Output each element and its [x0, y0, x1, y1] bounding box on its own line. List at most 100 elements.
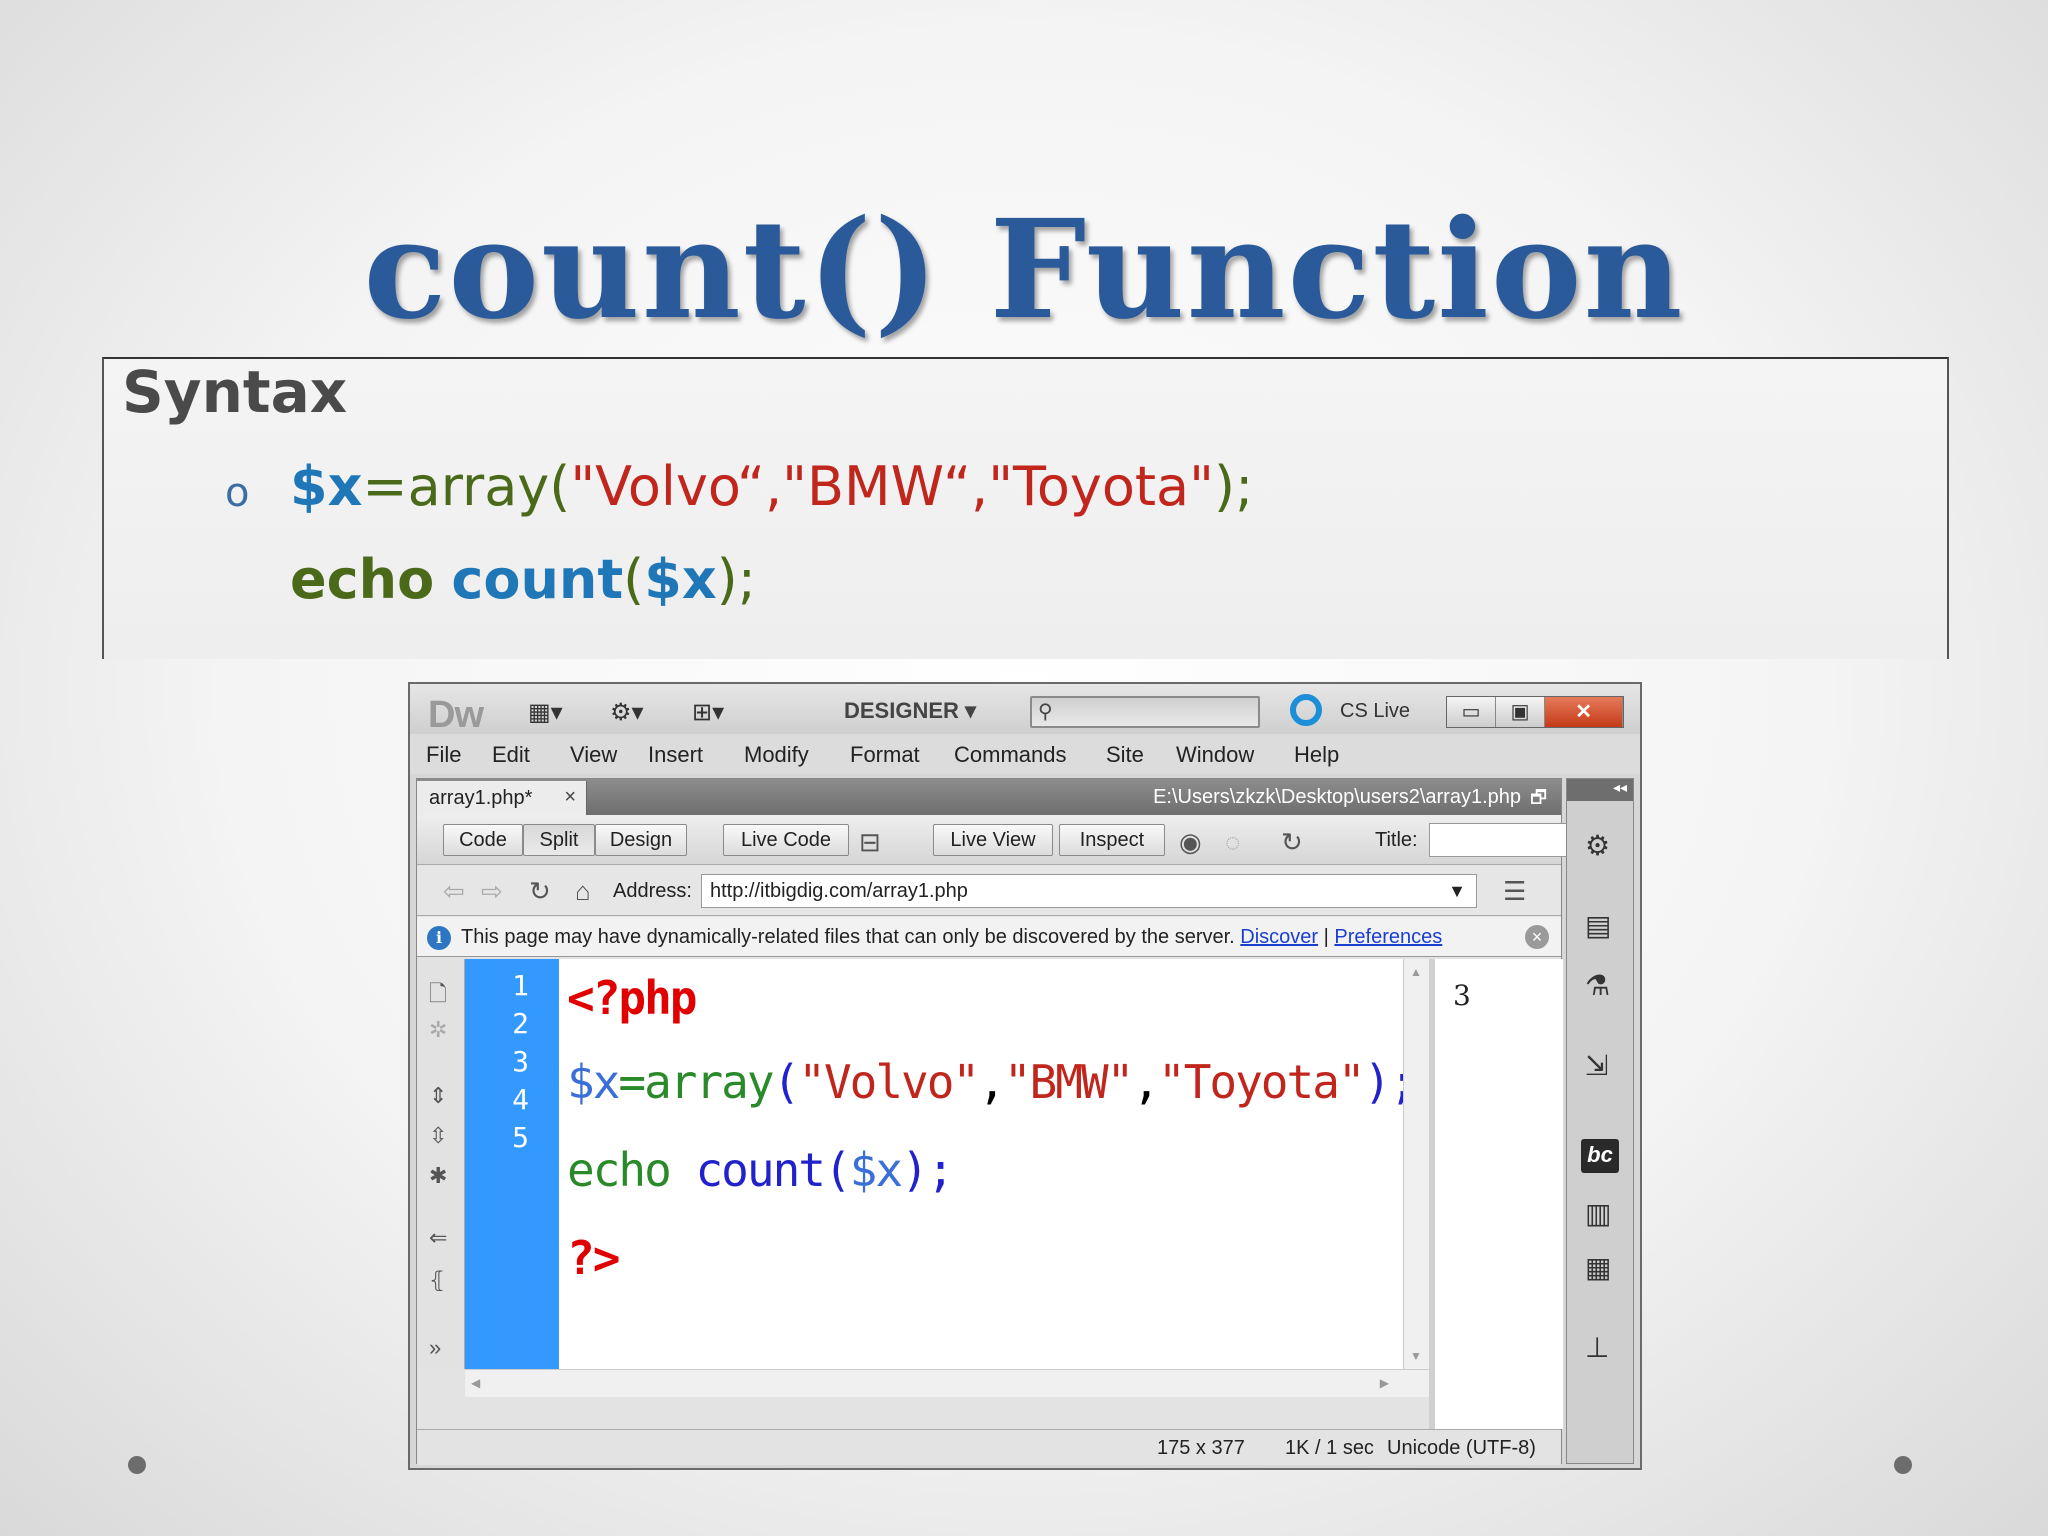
back-icon[interactable]: ⇦ — [443, 876, 465, 907]
menu-commands[interactable]: Commands — [954, 742, 1066, 768]
title-input[interactable] — [1429, 823, 1569, 857]
dismiss-icon[interactable]: × — [1525, 925, 1549, 949]
css-styles-icon[interactable]: ⚙ — [1585, 829, 1610, 862]
address-input[interactable]: http://itbigdig.com/array1.php ▼ — [701, 874, 1477, 908]
slide-dot-right — [1894, 1456, 1912, 1474]
gear-icon[interactable]: ⚙▾ — [610, 698, 644, 727]
balance-braces-icon[interactable]: ✱ — [429, 1163, 447, 1189]
section-heading: Syntax — [122, 358, 348, 426]
select-parent-icon[interactable]: ⇳ — [429, 1123, 447, 1149]
collapse-icon[interactable]: ✲ — [429, 1017, 447, 1043]
download-size: 1K / 1 sec — [1285, 1437, 1374, 1459]
menu-edit[interactable]: Edit — [492, 742, 530, 768]
open-documents-icon[interactable]: 🗋 — [429, 977, 447, 1015]
more-tools-icon[interactable]: » — [429, 1335, 441, 1361]
insert-icon[interactable]: ▤ — [1585, 909, 1611, 942]
search-input[interactable]: ⚲ — [1030, 696, 1260, 728]
highlight-invalid-icon[interactable]: ⇐ — [429, 1225, 447, 1251]
reload-icon[interactable]: ↻ — [529, 876, 551, 907]
minimize-icon[interactable]: ▭ — [1447, 697, 1497, 727]
application-bar: Dw ▦▾ ⚙▾ ⊞▾ DESIGNER ▾ ⚲ CS Live ▭ ▣ ✕ — [410, 684, 1640, 736]
dw-logo: Dw — [428, 694, 484, 736]
menu-help[interactable]: Help — [1294, 742, 1339, 768]
inspect-button[interactable]: Inspect — [1059, 824, 1165, 856]
line-number: 2 — [512, 1007, 529, 1040]
site-icon[interactable]: ⊞▾ — [692, 698, 724, 727]
forward-icon[interactable]: ⇨ — [481, 876, 503, 907]
code-token: , — [978, 1055, 1006, 1109]
window-size[interactable]: 175 x 377 — [1157, 1437, 1245, 1460]
cs-live-label[interactable]: CS Live — [1340, 700, 1410, 723]
code-view-button[interactable]: Code — [443, 824, 523, 856]
info-separator: | — [1323, 926, 1329, 948]
document-area: array1.php* × E:\Users\zkzk\Desktop\users… — [416, 778, 1569, 1465]
cs-live-icon[interactable] — [1290, 694, 1322, 726]
design-view-button[interactable]: Design — [595, 824, 687, 856]
visual-aids-icon[interactable]: ◌ — [1225, 827, 1240, 858]
chevron-down-icon[interactable]: ▼ — [1448, 881, 1466, 902]
apply-comment-icon[interactable]: ⦃ — [429, 1267, 445, 1293]
code-echo: echo — [290, 548, 435, 611]
code-var: $x — [290, 455, 363, 518]
slide-dot-left — [128, 1456, 146, 1474]
scroll-down-icon[interactable]: ▼ — [1410, 1349, 1422, 1363]
browser-options-icon[interactable]: ☰ — [1503, 876, 1526, 907]
menu-site[interactable]: Site — [1106, 742, 1144, 768]
databases-icon[interactable]: ▥ — [1585, 1197, 1611, 1230]
title-label: Title: — [1375, 829, 1418, 851]
discover-link[interactable]: Discover — [1240, 926, 1318, 948]
panel-dock: ◂◂ ⚙ ▤ ⚗ ⇲ bc ▥ ▦ ⊥ — [1566, 778, 1634, 1464]
expand-all-icon[interactable]: ⇕ — [429, 1083, 447, 1109]
live-code-button[interactable]: Live Code — [723, 824, 849, 856]
business-catalyst-icon[interactable]: bc — [1581, 1139, 1619, 1173]
layout-icon[interactable]: ▦▾ — [528, 698, 563, 727]
code-close: ); — [716, 548, 756, 611]
code-horizontal-scrollbar[interactable]: ◀ ▶ — [465, 1369, 1429, 1397]
code-vertical-scrollbar[interactable]: ▲ ▼ — [1403, 959, 1429, 1369]
split-view-button[interactable]: Split — [523, 824, 595, 856]
scroll-right-icon[interactable]: ▶ — [1380, 1376, 1389, 1390]
document-tab[interactable]: array1.php* × — [417, 781, 587, 815]
collapse-panels-icon[interactable]: ◂◂ — [1567, 779, 1633, 801]
code-token: $x — [849, 1143, 903, 1197]
scroll-up-icon[interactable]: ▲ — [1410, 965, 1422, 979]
tab-name: array1.php* — [429, 787, 533, 809]
code-token: echo — [567, 1143, 672, 1197]
menu-window[interactable]: Window — [1176, 742, 1254, 768]
code-token: count — [695, 1143, 825, 1197]
menu-view[interactable]: View — [570, 742, 617, 768]
code-token: ); — [901, 1143, 954, 1197]
bindings-icon[interactable]: ▦ — [1585, 1251, 1611, 1284]
menu-insert[interactable]: Insert — [648, 742, 703, 768]
live-view-pane: 3 — [1435, 959, 1563, 1429]
multiscreen-icon[interactable]: ⊟ — [859, 827, 881, 858]
site-map-icon[interactable]: ⊥ — [1585, 1331, 1609, 1364]
bullet-marker: o — [225, 470, 250, 516]
address-bar: ⇦ ⇨ ↻ ⌂ Address: http://itbigdig.com/arr… — [417, 866, 1561, 916]
restore-icon[interactable]: 🗗 — [1530, 785, 1547, 815]
code-editor[interactable]: <?php $x=array("Volvo","BMW","Toyota"); … — [559, 959, 1417, 1369]
menu-format[interactable]: Format — [850, 742, 920, 768]
code-open: ( — [623, 548, 645, 611]
preferences-link[interactable]: Preferences — [1334, 926, 1442, 948]
file-path: E:\Users\zkzk\Desktop\users2\array1.php — [1153, 786, 1521, 808]
menu-modify[interactable]: Modify — [744, 742, 809, 768]
scroll-left-icon[interactable]: ◀ — [471, 1376, 480, 1390]
code-count: count — [451, 548, 624, 611]
files-icon[interactable]: ⇲ — [1585, 1049, 1608, 1082]
search-icon: ⚲ — [1038, 701, 1053, 723]
refresh-icon[interactable]: ↻ — [1281, 827, 1303, 858]
assets-icon[interactable]: ⚗ — [1585, 969, 1610, 1002]
workspace-switcher[interactable]: DESIGNER ▾ — [844, 698, 976, 724]
maximize-icon[interactable]: ▣ — [1496, 697, 1546, 727]
browser-preview-icon[interactable]: ◉ — [1179, 827, 1202, 858]
line-number: 3 — [512, 1045, 529, 1078]
tab-close-icon[interactable]: × — [564, 786, 576, 809]
code-line-2: $x=array("Volvo","BMW","Toyota"); — [567, 1055, 1417, 1109]
syntax-code-line-1: $x=array("Volvo“,"BMW“,"Toyota"); — [290, 455, 1253, 518]
menu-file[interactable]: File — [426, 742, 461, 768]
home-icon[interactable]: ⌂ — [575, 876, 591, 907]
close-icon[interactable]: ✕ — [1545, 697, 1624, 727]
info-message: This page may have dynamically-related f… — [461, 926, 1442, 949]
live-view-button[interactable]: Live View — [933, 824, 1053, 856]
